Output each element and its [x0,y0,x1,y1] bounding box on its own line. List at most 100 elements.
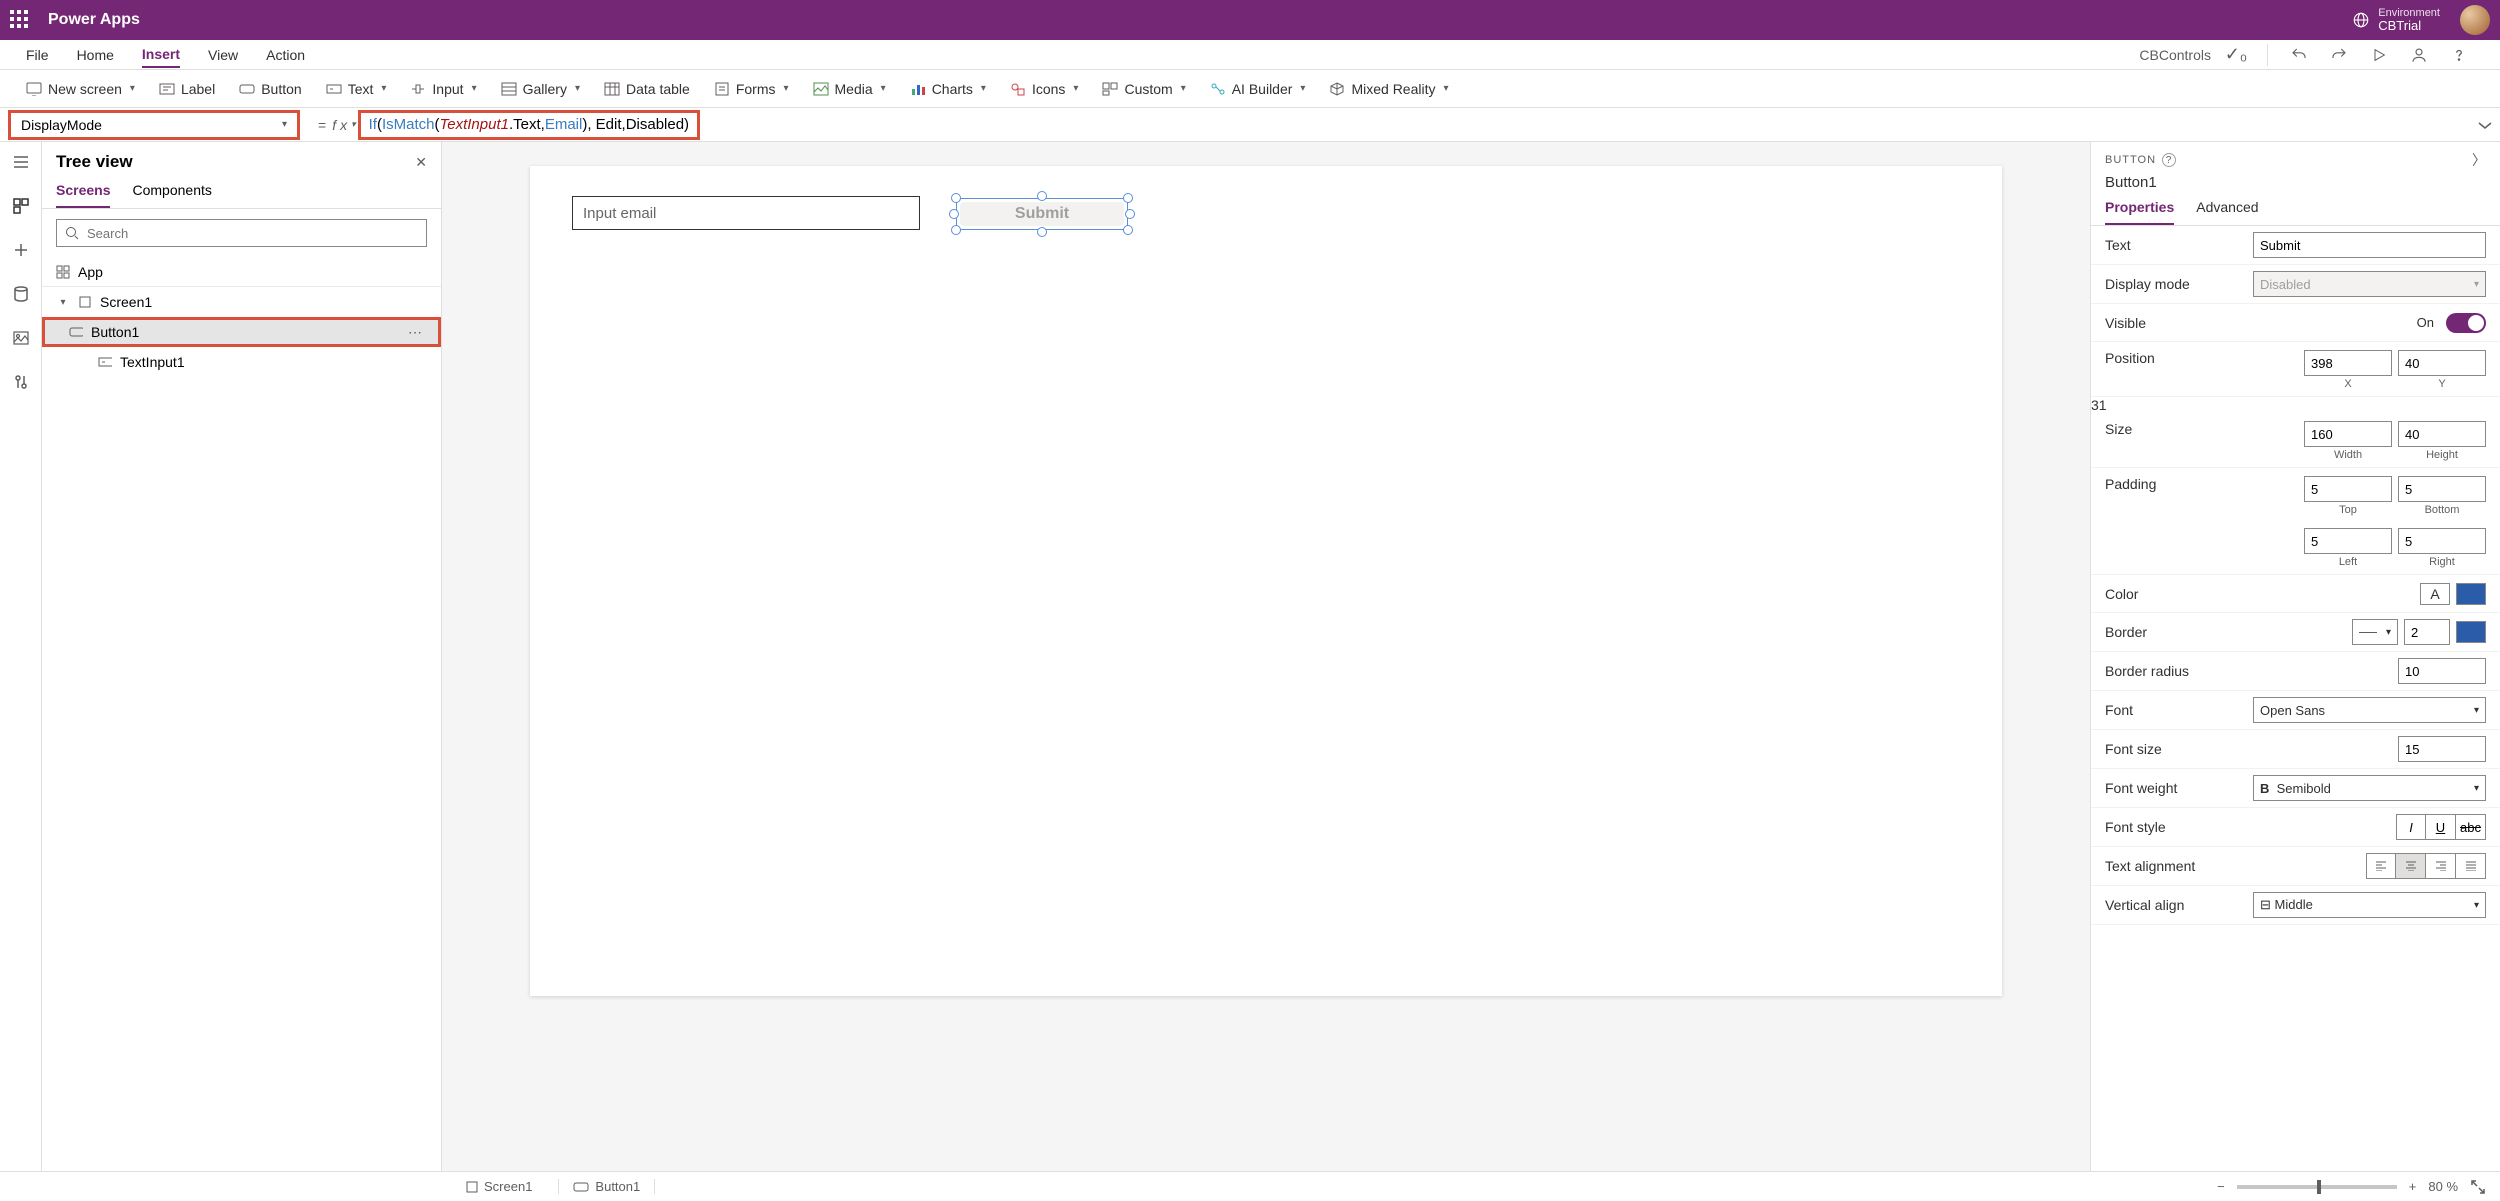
zoom-out[interactable]: − [2217,1179,2225,1194]
canvas[interactable]: Input email Submit [530,166,2002,996]
prop-border-color[interactable] [2456,621,2486,643]
share-button[interactable] [2404,40,2434,70]
prop-fontweight-select[interactable]: B Semibold▾ [2253,775,2486,801]
prop-font-select[interactable]: Open Sans▾ [2253,697,2486,723]
ribbon-charts[interactable]: Charts▾ [910,81,986,97]
align-right[interactable] [2426,853,2456,879]
properties-panel: BUTTON ? 〉 Button1 Properties Advanced T… [2090,142,2500,1171]
environment-picker[interactable]: Environment CBTrial [2352,7,2440,33]
align-justify[interactable] [2456,853,2486,879]
prop-position-x[interactable] [2304,350,2392,376]
ribbon-icons[interactable]: Icons▾ [1010,81,1079,97]
align-center[interactable] [2396,853,2426,879]
prop-position-y[interactable] [2398,350,2486,376]
prop-border-width[interactable] [2404,619,2450,645]
expand-formula-button[interactable] [2470,120,2500,130]
rail-insert[interactable] [11,240,31,260]
menu-file[interactable]: File [26,43,49,67]
prop-displaymode-select[interactable]: Disabled▾ [2253,271,2486,297]
zoom-in[interactable]: + [2409,1179,2417,1194]
ribbon-mixed-reality[interactable]: Mixed Reality▾ [1329,81,1448,97]
help-button[interactable] [2444,40,2474,70]
prop-visible-toggle[interactable] [2446,313,2486,333]
tree-item-textinput1[interactable]: TextInput1 [42,347,441,377]
ribbon-forms[interactable]: Forms▾ [714,81,789,97]
ribbon-custom[interactable]: Custom▾ [1102,81,1185,97]
menu-insert[interactable]: Insert [142,42,180,68]
prop-borderradius-input[interactable] [2398,658,2486,684]
menu-action[interactable]: Action [266,43,305,67]
ribbon-text[interactable]: Text▾ [326,81,387,97]
prop-padding-left[interactable] [2304,528,2392,554]
fontstyle-strike[interactable]: abc [2456,814,2486,840]
prop-padding-right[interactable] [2398,528,2486,554]
resize-handle[interactable] [1125,209,1135,219]
fit-icon[interactable] [2470,1179,2486,1195]
help-icon[interactable]: ? [2162,153,2176,167]
tree-item-button1[interactable]: Button1 ⋯ [42,317,441,347]
prop-padding-bottom[interactable] [2398,476,2486,502]
expand-icon[interactable]: 〉 [2472,150,2486,170]
prop-size-w[interactable] [2304,421,2392,447]
ribbon-gallery[interactable]: Gallery▾ [501,81,580,97]
ribbon-label[interactable]: Label [159,81,215,97]
prop-fontsize-input[interactable] [2398,736,2486,762]
app-launcher-icon[interactable] [10,10,30,30]
canvas-button-selection[interactable]: Submit [950,192,1134,236]
footer-screen-crumb[interactable]: Screen1 [460,1179,538,1194]
ribbon-input[interactable]: Input▾ [410,81,476,97]
property-selector[interactable]: DisplayMode ▾ [8,110,300,140]
tab-components[interactable]: Components [132,182,211,208]
resize-handle[interactable] [1037,191,1047,201]
fontstyle-underline[interactable]: U [2426,814,2456,840]
prop-padding-top[interactable] [2304,476,2392,502]
prop-size-h[interactable] [2398,421,2486,447]
prop-color-font[interactable]: A [2420,583,2450,605]
footer-button-crumb[interactable]: Button1 [558,1179,655,1194]
resize-handle[interactable] [1123,225,1133,235]
resize-handle[interactable] [1123,193,1133,203]
tree-search[interactable] [56,219,427,247]
app-name[interactable]: CBControls [2139,47,2211,63]
more-icon[interactable]: ⋯ [408,324,422,341]
close-icon[interactable]: ✕ [415,154,427,171]
ribbon-new-screen[interactable]: New screen▾ [26,81,135,97]
ribbon-media[interactable]: Media▾ [813,81,886,97]
search-input[interactable] [87,226,418,241]
ribbon-button[interactable]: Button [239,81,301,97]
ribbon-ai-builder[interactable]: AI Builder▾ [1210,81,1306,97]
resize-handle[interactable] [1037,227,1047,237]
tab-properties[interactable]: Properties [2105,199,2174,225]
rail-media[interactable] [11,328,31,348]
rail-hamburger[interactable] [11,152,31,172]
resize-handle[interactable] [949,209,959,219]
menu-view[interactable]: View [208,43,238,67]
tab-screens[interactable]: Screens [56,182,110,208]
prop-border-style[interactable]: ▾ [2352,619,2398,645]
rail-tree[interactable] [11,196,31,216]
fx-label[interactable]: fx▾ [332,117,355,133]
tree-item-app[interactable]: App [42,257,441,287]
ribbon-datatable[interactable]: Data table [604,81,690,97]
tree-item-screen1[interactable]: ▾ Screen1 [42,287,441,317]
rail-data[interactable] [11,284,31,304]
formula-input[interactable]: If(IsMatch(TextInput1.Text, Email), Edit… [358,110,2470,140]
rail-tools[interactable] [11,372,31,392]
prop-text-input[interactable] [2253,232,2486,258]
undo-button[interactable] [2284,40,2314,70]
canvas-submit-button[interactable]: Submit [960,202,1124,226]
tab-advanced[interactable]: Advanced [2196,199,2258,225]
menu-home[interactable]: Home [77,43,114,67]
user-avatar[interactable] [2460,5,2490,35]
prop-color-fill[interactable] [2456,583,2486,605]
prop-valign-select[interactable]: ⊟ Middle▾ [2253,892,2486,918]
fontstyle-italic[interactable]: I [2396,814,2426,840]
resize-handle[interactable] [951,225,961,235]
canvas-textinput[interactable]: Input email [572,196,920,230]
preview-button[interactable] [2364,40,2394,70]
save-status-icon[interactable]: ✓₀ [2221,40,2251,70]
align-left[interactable] [2366,853,2396,879]
redo-button[interactable] [2324,40,2354,70]
zoom-slider[interactable] [2237,1185,2397,1189]
resize-handle[interactable] [951,193,961,203]
